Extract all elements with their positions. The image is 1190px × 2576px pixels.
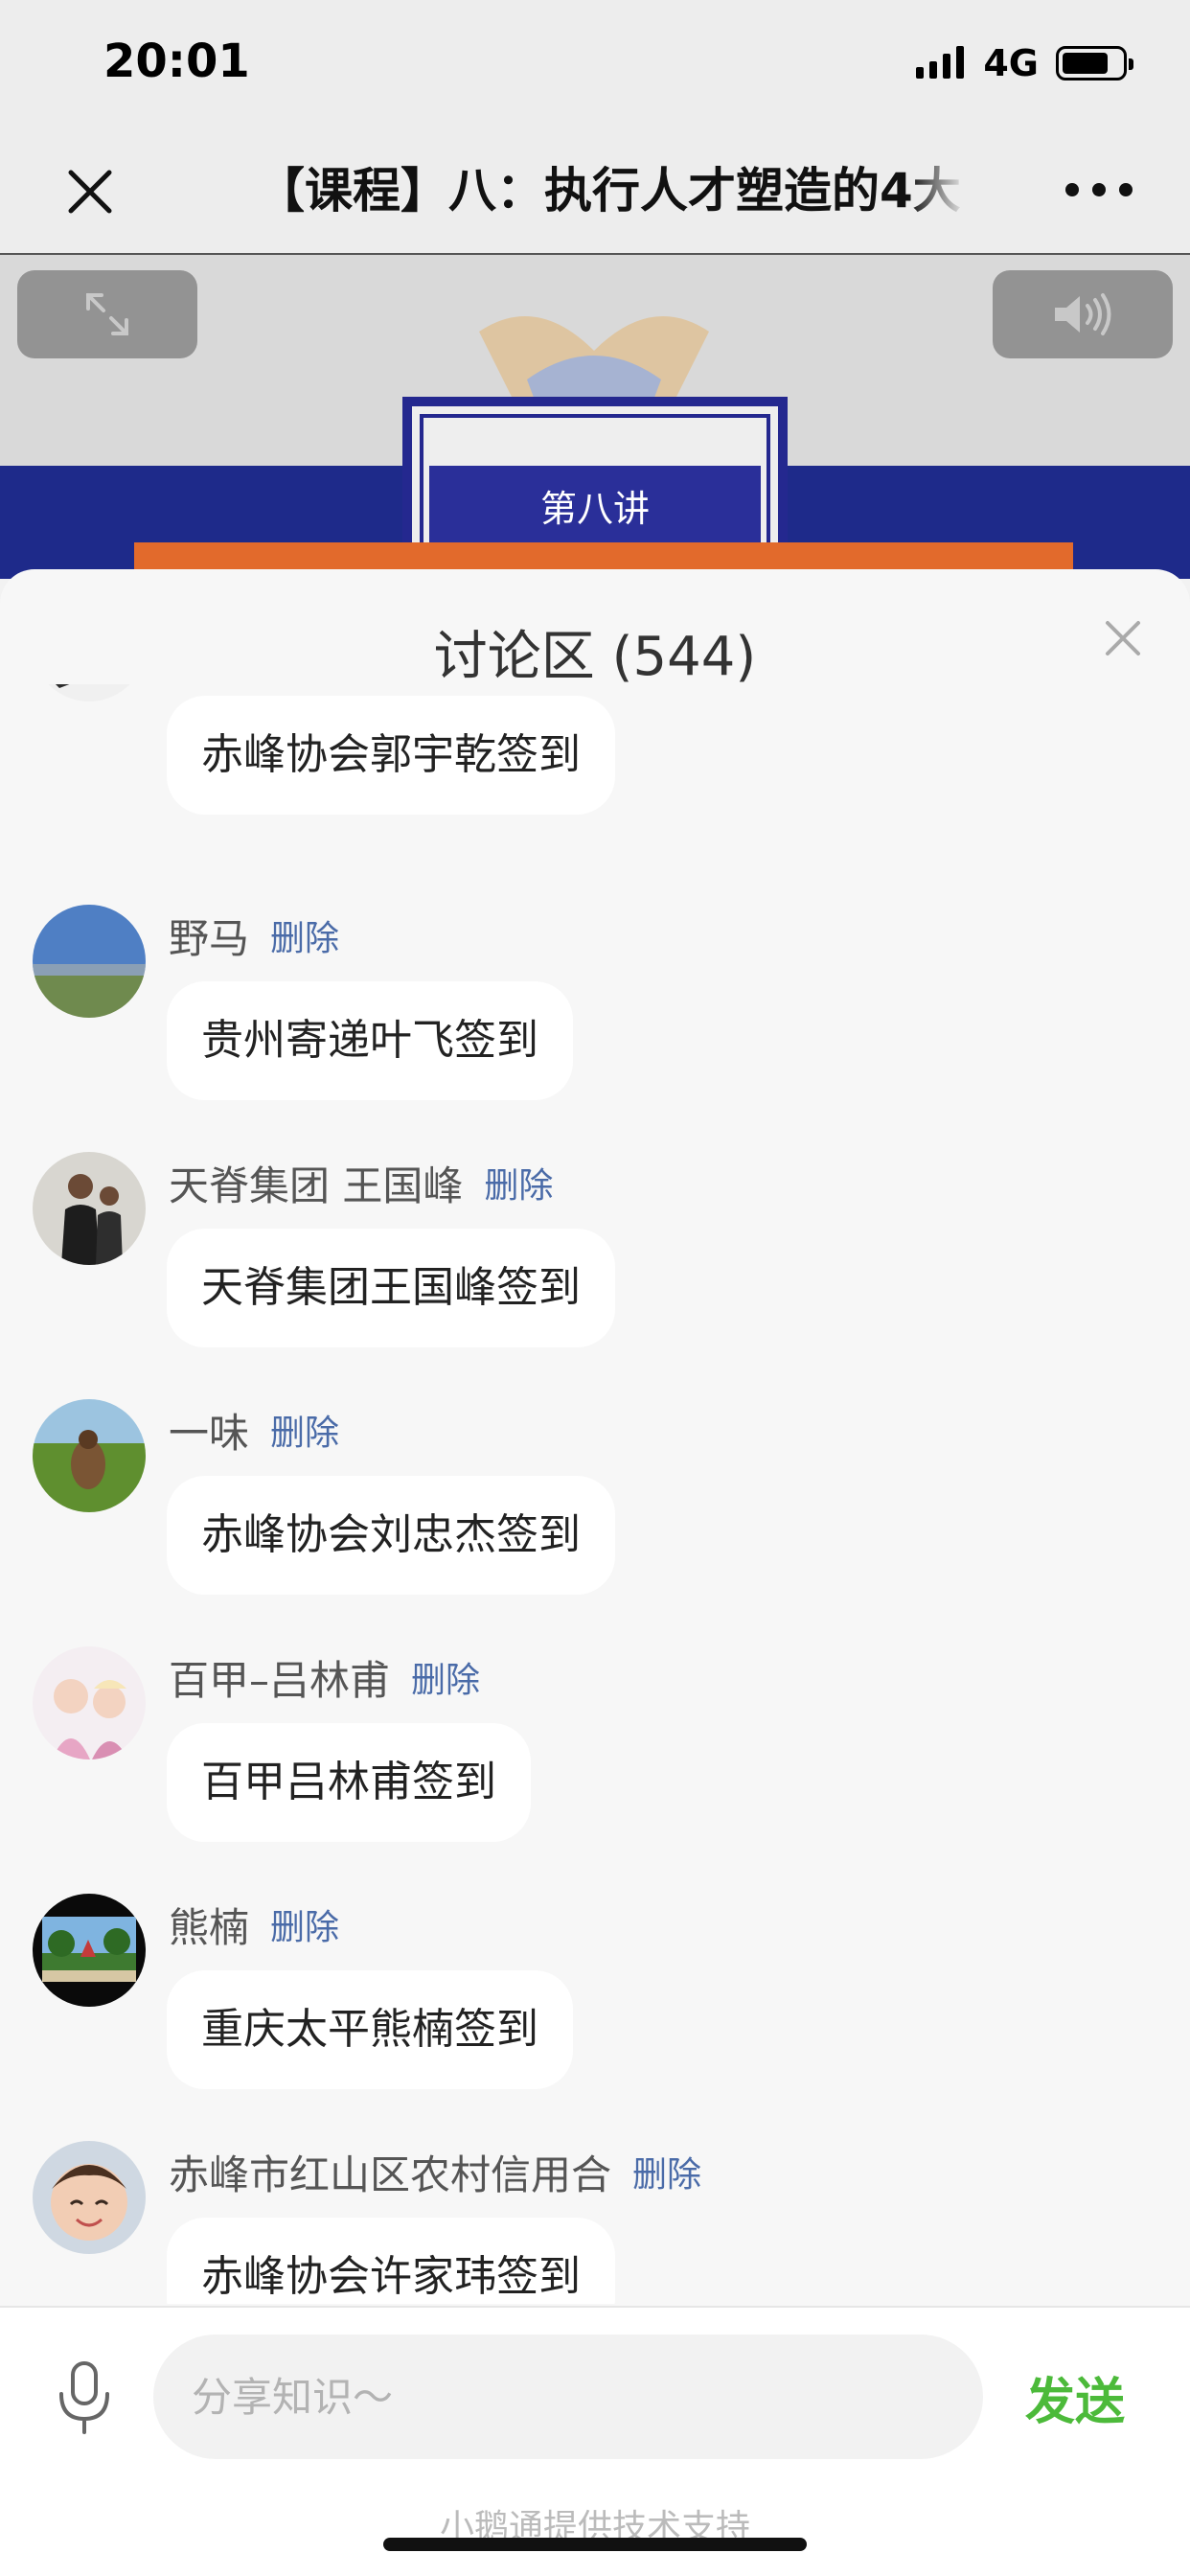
message-header: 一味 删除 [169, 1401, 339, 1459]
status-bar: 20:01 4G [0, 0, 1190, 128]
home-indicator [383, 2538, 807, 2551]
video-player[interactable]: 第八讲 [0, 253, 1190, 579]
message-bubble: 百甲吕林甫签到 [167, 1723, 531, 1842]
avatar[interactable] [33, 1646, 146, 1760]
status-indicators: 4G [916, 42, 1133, 84]
sender-name: 一味 [169, 1409, 250, 1457]
message-header: 赤峰市红山区农村信用合 删除 [169, 2143, 701, 2200]
message-header: 野马 删除 [169, 907, 339, 964]
volume-button[interactable] [993, 270, 1173, 358]
avatar[interactable] [33, 2141, 146, 2254]
battery-icon [1056, 46, 1133, 80]
message-list[interactable]: 赤峰协会郭宇乾签到 野马 删除 贵州寄递叶飞签到 天脊集团 王国峰 删除 天脊集… [0, 684, 1190, 2304]
message-bubble: 赤峰协会刘忠杰签到 [167, 1476, 615, 1595]
video-caption: 第八讲 [429, 466, 761, 552]
list-item: 赤峰协会郭宇乾签到 [0, 684, 1190, 887]
avatar[interactable] [33, 1152, 146, 1265]
message-header: 熊楠 删除 [169, 1896, 339, 1953]
sender-name: 天脊集团 王国峰 [169, 1162, 464, 1209]
list-item: 野马 删除 贵州寄递叶飞签到 [0, 887, 1190, 1135]
sender-name: 熊楠 [169, 1903, 250, 1951]
delete-link[interactable]: 删除 [270, 1405, 339, 1455]
footer: 小鹅通提供技术支持 [0, 2484, 1190, 2576]
send-button[interactable]: 发送 [1025, 2361, 1125, 2433]
list-item: 赤峰市红山区农村信用合 删除 赤峰协会许家玮签到 [0, 2124, 1190, 2304]
more-icon[interactable] [1065, 171, 1133, 209]
discussion-title: 讨论区 (544) [433, 626, 757, 688]
list-item: 一味 删除 赤峰协会刘忠杰签到 [0, 1382, 1190, 1629]
sender-name: 百甲–吕林甫 [169, 1656, 391, 1704]
page-title: 【课程】八：执行人才塑造的4大 [257, 157, 966, 224]
list-item: 百甲–吕林甫 删除 百甲吕林甫签到 [0, 1629, 1190, 1876]
delete-link[interactable]: 删除 [270, 1899, 339, 1949]
list-item: 天脊集团 王国峰 删除 天脊集团王国峰签到 [0, 1135, 1190, 1382]
close-icon[interactable] [61, 163, 119, 220]
fullscreen-button[interactable] [17, 270, 197, 358]
comment-input-bar: 发送 [0, 2306, 1190, 2484]
signal-icon [916, 46, 966, 80]
message-bubble: 赤峰协会郭宇乾签到 [167, 696, 615, 815]
avatar[interactable] [33, 1399, 146, 1512]
discussion-header: 讨论区 (544) [0, 569, 1190, 703]
avatar[interactable] [33, 684, 146, 702]
delete-link[interactable]: 删除 [270, 910, 339, 960]
list-item: 熊楠 删除 重庆太平熊楠签到 [0, 1876, 1190, 2124]
nav-bar: 【课程】八：执行人才塑造的4大 [0, 128, 1190, 253]
message-bubble: 贵州寄递叶飞签到 [167, 981, 573, 1100]
delete-link[interactable]: 删除 [484, 1158, 553, 1208]
status-time: 20:01 [103, 34, 250, 88]
speaker-icon [1055, 293, 1111, 335]
comment-input[interactable] [153, 2334, 983, 2459]
expand-icon [86, 293, 128, 335]
sender-name: 赤峰市红山区农村信用合 [169, 2150, 612, 2198]
message-bubble: 天脊集团王国峰签到 [167, 1229, 615, 1347]
avatar[interactable] [33, 905, 146, 1018]
message-header: 百甲–吕林甫 删除 [169, 1648, 480, 1706]
delete-link[interactable]: 删除 [632, 2147, 701, 2196]
network-label: 4G [983, 42, 1039, 84]
discussion-panel: 讨论区 (544) 赤峰协会郭宇乾签到 野马 删除 贵州寄递叶飞签到 天脊集团 … [0, 569, 1190, 2576]
message-bubble: 重庆太平熊楠签到 [167, 1970, 573, 2089]
sender-name: 野马 [169, 914, 250, 962]
message-header: 天脊集团 王国峰 删除 [169, 1154, 553, 1211]
message-bubble: 赤峰协会许家玮签到 [167, 2218, 615, 2304]
microphone-icon[interactable] [54, 2359, 115, 2436]
avatar[interactable] [33, 1894, 146, 2007]
close-discussion-icon[interactable] [1094, 610, 1152, 667]
delete-link[interactable]: 删除 [411, 1652, 480, 1702]
